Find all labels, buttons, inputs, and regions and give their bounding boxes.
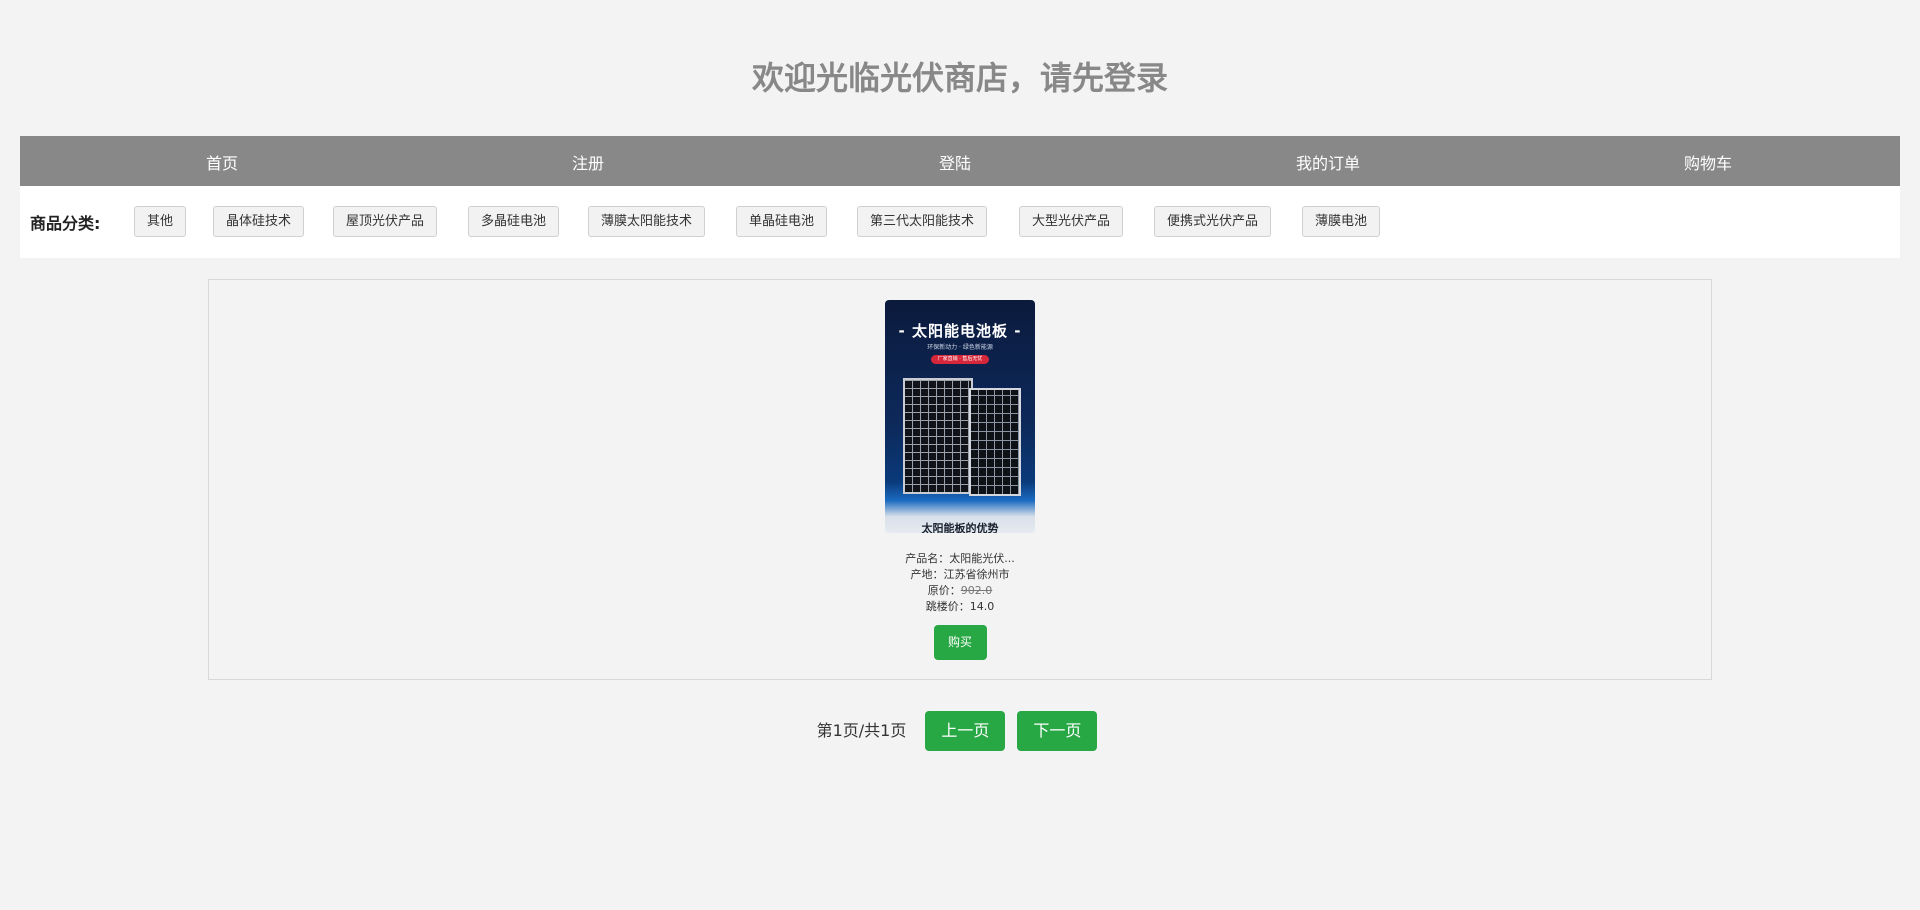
category-bar: 商品分类: 其他 晶体硅技术 屋顶光伏产品 多晶硅电池 薄膜太阳能技术 单晶硅电… (20, 186, 1900, 258)
category-polysilicon-cell-button[interactable]: 多晶硅电池 (468, 206, 560, 237)
pagination: 第1页/共1页 上一页 下一页 (0, 711, 1920, 751)
category-thin-film-cell-button[interactable]: 薄膜电池 (1302, 206, 1381, 237)
product-name-label: 产品名： (905, 552, 950, 565)
product-name-line: 产品名：太阳能光伏... (885, 551, 1035, 567)
solar-panel-graphic (969, 388, 1021, 496)
page-info: 第1页/共1页 (816, 721, 907, 740)
solar-panel-graphic (903, 378, 973, 494)
buy-button[interactable]: 购买 (933, 625, 987, 660)
image-subline-text: 环保新动力 · 绿色新能源 (927, 344, 993, 351)
nav-cart-link[interactable]: 购物车 (1666, 136, 1750, 186)
category-other-button[interactable]: 其他 (134, 206, 187, 237)
flash-price: 14.0 (969, 600, 995, 613)
product-name: 太阳能光伏... (949, 552, 1015, 565)
category-portable-pv-button[interactable]: 便携式光伏产品 (1154, 206, 1272, 237)
category-monocrystalline-cell-button[interactable]: 单晶硅电池 (736, 206, 828, 237)
next-page-button[interactable]: 下一页 (1017, 711, 1098, 751)
nav-register-link[interactable]: 注册 (546, 136, 630, 186)
category-large-pv-button[interactable]: 大型光伏产品 (1019, 206, 1124, 237)
product-image[interactable]: - 太阳能电池板 - 环保新动力 · 绿色新能源 厂家直销 · 售后无忧 太阳能… (885, 300, 1035, 533)
category-crystalline-silicon-button[interactable]: 晶体硅技术 (213, 206, 305, 237)
image-tag-badge: 厂家直销 · 售后无忧 (931, 355, 989, 364)
top-nav: 首页 注册 登陆 我的订单 购物车 (20, 136, 1900, 186)
product-origin-line: 产地：江苏省徐州市 (885, 567, 1035, 583)
category-thin-film-tech-button[interactable]: 薄膜太阳能技术 (588, 206, 706, 237)
category-third-gen-tech-button[interactable]: 第三代太阳能技术 (857, 206, 988, 237)
page-title: 欢迎光临光伏商店，请先登录 (751, 59, 1168, 97)
category-rooftop-pv-button[interactable]: 屋顶光伏产品 (333, 206, 438, 237)
flash-price-label: 跳楼价： (925, 600, 970, 613)
prev-page-button[interactable]: 上一页 (925, 711, 1006, 751)
category-label: 商品分类: (30, 214, 101, 233)
image-caption-text: 太阳能板的优势 (921, 522, 999, 533)
product-list-panel: - 太阳能电池板 - 环保新动力 · 绿色新能源 厂家直销 · 售后无忧 太阳能… (208, 279, 1712, 680)
product-card: - 太阳能电池板 - 环保新动力 · 绿色新能源 厂家直销 · 售后无忧 太阳能… (885, 300, 1035, 660)
nav-home-link[interactable]: 首页 (180, 136, 264, 186)
image-headline-text: - 太阳能电池板 - (898, 322, 1022, 340)
original-price-label: 原价： (927, 584, 961, 597)
product-original-price-line: 原价：902.0 (885, 583, 1035, 599)
product-origin: 江苏省徐州市 (943, 568, 1010, 581)
nav-my-orders-link[interactable]: 我的订单 (1278, 136, 1378, 186)
product-origin-label: 产地： (910, 568, 944, 581)
original-price: 902.0 (960, 584, 993, 597)
product-flash-price-line: 跳楼价：14.0 (885, 599, 1035, 615)
nav-login-link[interactable]: 登陆 (913, 136, 997, 186)
